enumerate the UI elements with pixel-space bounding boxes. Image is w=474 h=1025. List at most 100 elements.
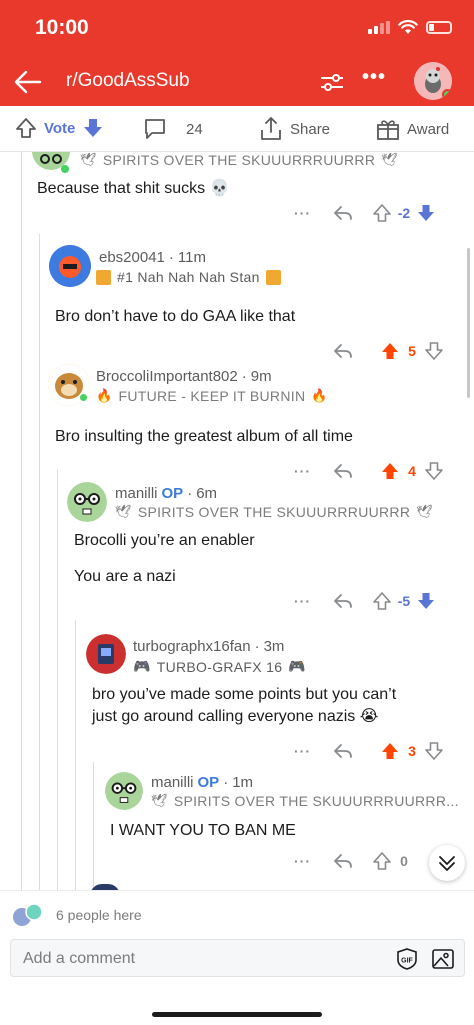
reply-icon[interactable] [332,740,354,762]
presence-indicator: 6 people here [10,903,142,927]
avatar[interactable] [105,772,143,810]
more-options-icon[interactable]: ··· [294,743,310,759]
sort-options-icon[interactable] [318,68,346,96]
comment-body-line: You are a nazi [74,568,176,585]
award-button[interactable]: Award [375,116,449,142]
comment-author[interactable]: manilli OP · 6m [115,485,217,502]
image-upload-icon[interactable] [431,947,455,971]
op-badge: OP [197,774,220,791]
reply-icon[interactable] [332,460,354,482]
upvote-icon[interactable] [14,116,38,140]
downvote-icon[interactable] [416,591,436,611]
comment-body: Because that shit sucks 💀 [37,180,230,197]
avatar[interactable] [86,634,126,674]
comment-composer-panel: 6 people here GIF [0,890,474,1025]
dove-icon: 🕊 [381,152,399,167]
comment-author[interactable]: BroccoliImportant802 · 9m [96,368,272,385]
avatar[interactable] [67,482,107,522]
comment-vote-row: 5 [332,340,444,362]
share-icon [261,117,281,140]
comment-body-line: Brocolli you’re an enabler [74,532,255,549]
avatar-group-icon [13,903,43,926]
user-avatar[interactable] [414,62,452,100]
comment-body: Bro don’t have to do GAA like that [55,308,296,325]
nerd-face-icon [105,772,143,810]
comment-author[interactable]: manilli OP · 1m [151,774,253,791]
reply-icon[interactable] [332,590,354,612]
status-icons [368,20,452,35]
upvote-icon[interactable] [372,203,392,223]
wifi-icon [398,20,418,34]
more-options-icon[interactable]: ··· [294,463,310,479]
fire-icon: 🔥 [96,388,113,403]
upvote-icon[interactable] [380,461,400,481]
upvote-icon[interactable] [372,851,392,871]
album-cover-icon [96,269,111,285]
comment: ebs20041 · 11m #1 Nah Nah Nah Stan Bro d… [0,240,474,360]
op-badge: OP [161,485,184,502]
comment: manilli OP · 1m 🕊 SPIRITS OVER THE SKUUU… [0,770,474,890]
reply-icon[interactable] [332,202,354,224]
vote-label: Vote [44,119,76,137]
score: 0 [400,853,408,869]
comment-body-line: bro you’ve made some points but you can’… [92,686,397,703]
reply-icon[interactable] [332,340,354,362]
fire-icon: 🔥 [311,388,328,403]
comments-button[interactable]: 24 [142,116,203,142]
scrollbar[interactable] [467,248,470,398]
reply-icon[interactable] [332,850,354,872]
user-flair: 🕊 SPIRITS OVER THE SKUUURRRUURRR 🕊 [115,504,434,520]
next-comment-button[interactable] [429,845,465,881]
comment-vote-row: ··· 3 [294,740,444,762]
comment-age: 3m [263,638,285,655]
comment-body-line: just go around calling everyone nazis 😭 [92,708,379,725]
avatar[interactable] [49,245,91,287]
comment-input-box[interactable]: GIF [10,939,465,977]
downvote-icon[interactable] [424,341,444,361]
comment: manilli OP · 6m 🕊 SPIRITS OVER THE SKUUU… [0,480,474,614]
comment-vote-row: ··· -2 [294,202,436,224]
double-chevron-down-icon [439,856,455,871]
more-options-icon[interactable]: ··· [294,205,310,221]
battery-icon [426,21,452,34]
share-button[interactable]: Share [258,116,330,142]
dove-icon: 🕊 [151,793,168,808]
back-arrow-icon[interactable] [12,66,44,98]
user-flair: 🎮 TURBO-GRAFX 16 🎮 [133,658,307,675]
cartoon-character-icon [49,245,91,287]
dove-icon: 🕊 [416,504,434,519]
score: 5 [408,343,416,359]
score: 3 [408,743,416,759]
more-options-icon[interactable]: ··· [294,593,310,609]
downvote-icon[interactable] [416,203,436,223]
username: BroccoliImportant802 [96,368,238,385]
more-options-icon[interactable]: ··· [294,853,310,869]
more-options-icon[interactable]: ••• [362,66,386,89]
score: -5 [397,593,411,609]
score: -2 [397,205,411,221]
subreddit-title[interactable]: r/GoodAssSub [66,70,190,92]
comment-author[interactable]: ebs20041 · 11m [99,249,206,266]
presence-text: 6 people here [56,907,142,923]
subreddit-header: r/GoodAssSub ••• [0,58,474,106]
downvote-icon[interactable] [81,116,105,140]
comment-input[interactable] [23,947,363,971]
cellular-signal-icon [368,21,390,34]
upvote-icon[interactable] [380,741,400,761]
comment-author[interactable]: turbographx16fan · 3m [133,638,284,655]
dove-icon: 🕊 [80,152,97,167]
comment-bubble-icon [145,119,165,139]
upvote-icon[interactable] [380,341,400,361]
comment-vote-row: ··· -5 [294,590,436,612]
comment-vote-row: ··· 4 [294,460,444,482]
downvote-icon[interactable] [424,461,444,481]
comment-age: 6m [196,485,218,502]
comment-thread: 🕊 SPIRITS OVER THE SKUUURRRUURRR 🕊 Becau… [0,152,474,890]
user-flair: 🕊 SPIRITS OVER THE SKUUURRRUURRR... [151,793,459,809]
user-flair: 🔥 FUTURE - KEEP IT BURNIN 🔥 [96,388,328,404]
comment-body: I WANT YOU TO BAN ME [110,822,296,839]
comment: turbographx16fan · 3m 🎮 TURBO-GRAFX 16 🎮… [0,630,474,760]
gif-icon[interactable]: GIF [395,948,419,970]
upvote-icon[interactable] [372,591,392,611]
downvote-icon[interactable] [424,741,444,761]
